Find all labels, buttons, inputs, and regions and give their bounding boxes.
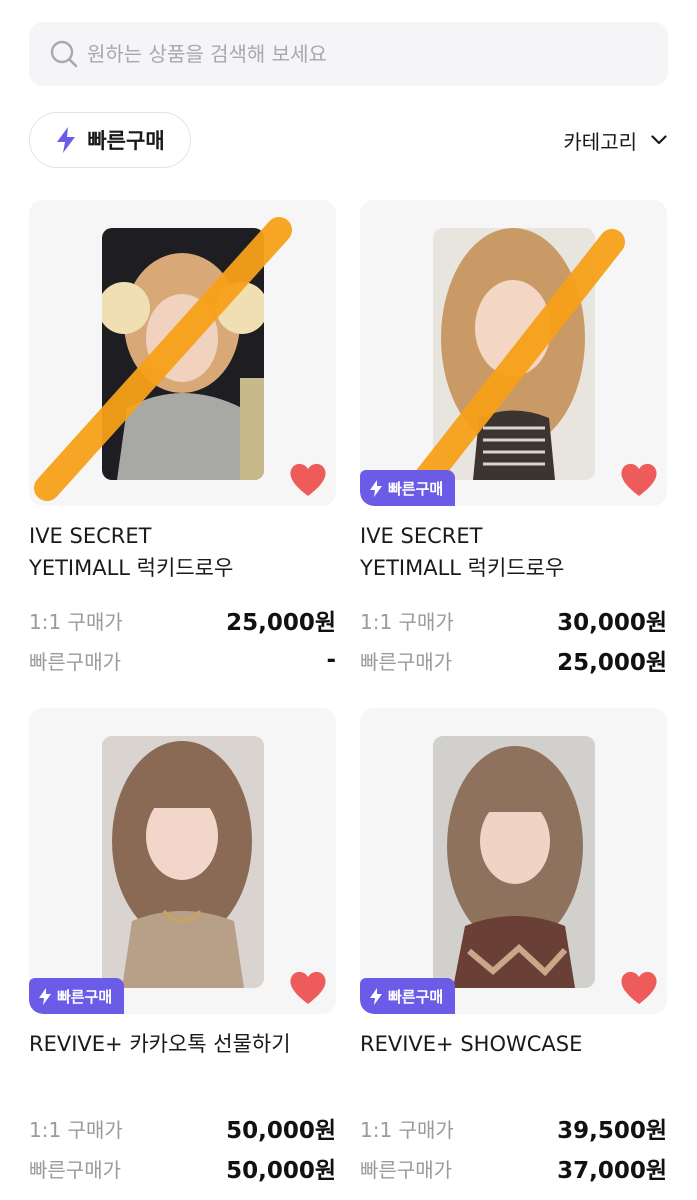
search-input[interactable]	[87, 42, 607, 66]
search-icon	[50, 40, 78, 68]
heart-icon[interactable]	[288, 462, 328, 498]
photocard-image	[102, 228, 264, 480]
one-to-one-price: 39,500원	[557, 1118, 667, 1144]
one-to-one-price: 25,000원	[226, 610, 336, 636]
lightning-icon	[39, 987, 51, 1005]
quick-buy-badge: 빠른구매	[360, 470, 456, 506]
product-card[interactable]: IVE SECRET YETIMALL 럭키드로우 1:1 구매가 25,000…	[29, 200, 336, 680]
product-image-area[interactable]: 빠른구매	[360, 708, 667, 1014]
quick-buy-price-row: 빠른구매가 37,000원	[360, 1148, 667, 1188]
product-card[interactable]: 빠른구매 IVE SECRET YETIMALL 럭키드로우 1:1 구매가 3…	[360, 200, 667, 680]
search-bar[interactable]	[29, 22, 668, 86]
category-label: 카테고리	[563, 129, 637, 154]
lightning-icon	[370, 987, 382, 1005]
quick-buy-badge-label: 빠른구매	[388, 479, 444, 498]
quick-buy-badge: 빠른구매	[360, 978, 456, 1014]
product-image-area[interactable]	[29, 200, 336, 506]
category-dropdown[interactable]: 카테고리	[563, 124, 667, 156]
one-to-one-price-label: 1:1 구매가	[360, 1117, 454, 1142]
product-card[interactable]: 빠른구매 REVIVE+ SHOWCASE 1:1 구매가 39,500원 빠른…	[360, 708, 667, 1188]
quick-buy-price-row: 빠른구매가 50,000원	[29, 1148, 336, 1188]
one-to-one-price: 30,000원	[557, 610, 667, 636]
product-title[interactable]: IVE SECRET YETIMALL 럭키드로우	[360, 520, 667, 588]
lightning-icon	[57, 127, 76, 153]
photocard-image	[433, 736, 595, 988]
quick-buy-price-label: 빠른구매가	[29, 649, 121, 674]
one-to-one-price-label: 1:1 구매가	[29, 609, 123, 634]
one-to-one-price: 50,000원	[226, 1118, 336, 1144]
one-to-one-price-label: 1:1 구매가	[29, 1117, 123, 1142]
quick-buy-badge-label: 빠른구매	[57, 987, 113, 1006]
lightning-icon	[370, 479, 382, 497]
photocard-image	[433, 228, 595, 480]
product-image-area[interactable]: 빠른구매	[360, 200, 667, 506]
quick-buy-price: 37,000원	[557, 1158, 667, 1184]
quick-buy-price-label: 빠른구매가	[360, 649, 452, 674]
quick-buy-price-label: 빠른구매가	[360, 1157, 452, 1182]
heart-icon[interactable]	[288, 970, 328, 1006]
product-card[interactable]: 빠른구매 REVIVE+ 카카오톡 선물하기 1:1 구매가 50,000원 빠…	[29, 708, 336, 1188]
quick-buy-price: 25,000원	[557, 650, 667, 676]
one-to-one-price-row: 1:1 구매가 25,000원	[29, 600, 336, 640]
one-to-one-price-row: 1:1 구매가 30,000원	[360, 600, 667, 640]
quick-buy-price: 50,000원	[226, 1158, 336, 1184]
one-to-one-price-label: 1:1 구매가	[360, 609, 454, 634]
product-image-area[interactable]: 빠른구매	[29, 708, 336, 1014]
one-to-one-price-row: 1:1 구매가 39,500원	[360, 1108, 667, 1148]
heart-icon[interactable]	[619, 462, 659, 498]
quick-buy-filter-label: 빠른구매	[87, 129, 165, 153]
product-title[interactable]: IVE SECRET YETIMALL 럭키드로우	[29, 520, 336, 588]
product-title[interactable]: REVIVE+ SHOWCASE	[360, 1028, 667, 1096]
chevron-down-icon	[651, 135, 667, 145]
photocard-image	[102, 736, 264, 988]
one-to-one-price-row: 1:1 구매가 50,000원	[29, 1108, 336, 1148]
quick-buy-price-row: 빠른구매가 25,000원	[360, 640, 667, 680]
quick-buy-price-row: 빠른구매가 -	[29, 640, 336, 680]
product-title[interactable]: REVIVE+ 카카오톡 선물하기	[29, 1028, 336, 1096]
quick-buy-filter-button[interactable]: 빠른구매	[29, 112, 191, 168]
quick-buy-price: -	[326, 647, 336, 673]
heart-icon[interactable]	[619, 970, 659, 1006]
quick-buy-price-label: 빠른구매가	[29, 1157, 121, 1182]
quick-buy-badge-label: 빠른구매	[388, 987, 444, 1006]
quick-buy-badge: 빠른구매	[29, 978, 125, 1014]
